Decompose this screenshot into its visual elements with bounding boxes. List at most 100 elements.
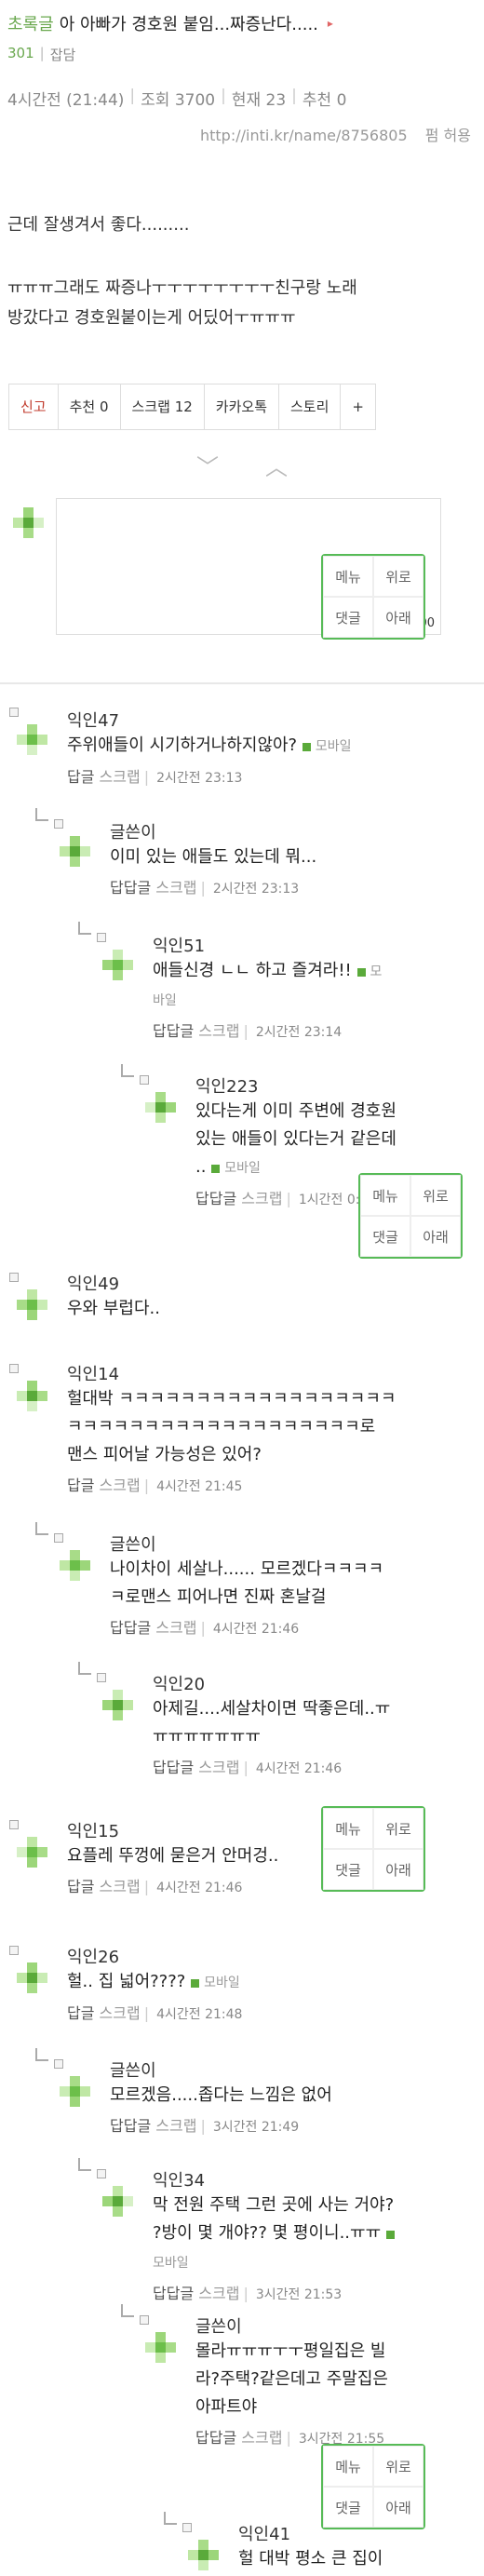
comment-time: 4시간전 21:46: [212, 1622, 300, 1637]
scroll-down-button[interactable]: 아래: [410, 1216, 461, 1257]
bullet-icon: [97, 933, 106, 942]
scrap-link[interactable]: 스크랩: [241, 1190, 282, 1207]
reply-link[interactable]: 답답글: [195, 1190, 236, 1207]
comment-time: 4시간전 21:48: [156, 2007, 243, 2022]
category-label[interactable]: 초록글: [7, 11, 54, 35]
comment-text: 아제길....세살차이면 딱좋은데..ㅠ: [153, 1699, 391, 1719]
reply-link[interactable]: 답답글: [153, 1759, 194, 1776]
menu-button[interactable]: 메뉴: [323, 1808, 373, 1849]
comments-button[interactable]: 댓글: [323, 597, 373, 638]
avatar-icon: [17, 1381, 47, 1411]
comment-nick: 글쓴이: [195, 2317, 242, 2337]
comment: 익인34 막 전원 주택 그런 곳에 사는 거야? ?방이 몇 개야?? 몇 평…: [153, 2167, 469, 2303]
reply-link[interactable]: 답답글: [153, 1022, 194, 1040]
scrap-link[interactable]: 스크랩: [198, 1759, 239, 1776]
menu-button[interactable]: 메뉴: [323, 2446, 373, 2487]
comment-text: 요플레 뚜껑에 묻은거 안머겅..: [67, 1846, 279, 1866]
avatar-icon: [145, 1092, 176, 1123]
story-button[interactable]: 스토리: [278, 384, 342, 430]
scrap-link[interactable]: 스크랩: [100, 2004, 141, 2022]
reply-arrow-icon: [78, 2158, 91, 2171]
reply-link[interactable]: 답글: [67, 768, 94, 786]
avatar-icon: [60, 836, 90, 867]
scrap-link[interactable]: 스크랩: [198, 2285, 239, 2302]
bullet-icon: [9, 1820, 19, 1829]
avatar-icon: [60, 1550, 90, 1581]
scrap-link[interactable]: 스크랩: [100, 768, 141, 786]
comment-time: 2시간전 23:13: [156, 771, 243, 786]
comment-text: 막 전원 주택 그런 곳에 사는 거야?: [153, 2195, 395, 2215]
comment-nick: 글쓴이: [110, 2061, 156, 2081]
avatar-icon: [145, 2332, 176, 2363]
new-icon: ▸: [327, 17, 333, 30]
comment-nick: 익인49: [67, 1275, 120, 1294]
scrap-link[interactable]: 스크랩: [155, 1619, 196, 1637]
reply-arrow-icon: [35, 808, 48, 821]
comment: 글쓴이 모르겠음.....좁다는 느낌은 없어 답답글 스크랩 | 3시간전 21:…: [110, 2057, 332, 2136]
comment: 글쓴이 몰라ㅠㅠㅠㅜㅜ평일집은 빌 라?주택?같은데고 주말집은 아파트야 답답…: [195, 2313, 388, 2448]
comment: 익인41 헐 대박 평소 큰 집이: [238, 2521, 383, 2573]
current-count: 현재 23: [231, 91, 287, 110]
reply-link[interactable]: 답답글: [110, 2117, 151, 2135]
reply-link[interactable]: 답글: [67, 1477, 94, 1494]
avatar-icon: [102, 2186, 133, 2217]
recommend-button[interactable]: 추천 0: [57, 384, 121, 430]
reply-link[interactable]: 답답글: [110, 879, 151, 897]
reply-arrow-icon: [78, 1662, 91, 1675]
scroll-down-button[interactable]: 아래: [373, 597, 424, 638]
scrap-link[interactable]: 스크랩: [198, 1022, 239, 1040]
comment: 글쓴이 나이차이 세살나...... 모르겠다ㅋㅋㅋㅋ ㅋ로맨스 피어나면 진짜…: [110, 1531, 383, 1638]
reply-link[interactable]: 답답글: [195, 2429, 236, 2447]
scroll-up-button[interactable]: 위로: [373, 556, 424, 597]
scrap-link[interactable]: 스크랩: [100, 1878, 141, 1895]
comment-text: 이미 있는 애들도 있는데 뭐...: [110, 847, 317, 867]
mobile-label: 모바일: [153, 2256, 189, 2271]
bullet-icon: [54, 2059, 63, 2069]
comments-button[interactable]: 댓글: [323, 1849, 373, 1890]
reply-link[interactable]: 답글: [67, 1878, 94, 1895]
bullet-icon: [54, 819, 63, 829]
url-row: http://inti.kr/name/8756805 펌 허용: [0, 123, 484, 145]
reply-link[interactable]: 답글: [67, 2004, 94, 2022]
board-link[interactable]: 잡담: [50, 45, 76, 64]
menu-button[interactable]: 메뉴: [323, 556, 373, 597]
post-url[interactable]: http://inti.kr/name/8756805: [200, 127, 408, 144]
chevron-up-icon[interactable]: ︿: [265, 449, 288, 481]
scroll-up-button[interactable]: 위로: [373, 2446, 424, 2487]
more-button[interactable]: +: [340, 384, 376, 430]
comment-text: ㅋㅋㅋㅋㅋㅋㅋㅋㅋㅋㅋㅋㅋㅋㅋㅋㅋㅋㅋ로: [67, 1417, 376, 1436]
chevron-down-icon[interactable]: ﹀: [196, 449, 219, 481]
scrap-link[interactable]: 스크랩: [155, 2117, 196, 2135]
bullet-icon: [9, 708, 19, 717]
avatar-icon: [17, 724, 47, 755]
comment-text: 헐.. 집 넓어????: [67, 1972, 186, 1991]
avatar-icon: [17, 1962, 47, 1993]
comment-time: 2시간전 23:14: [255, 1025, 343, 1040]
scrap-button[interactable]: 스크랩 12: [119, 384, 205, 430]
scrap-link[interactable]: 스크랩: [241, 2429, 282, 2447]
scrap-link[interactable]: 스크랩: [155, 879, 196, 897]
comment-time: 3시간전 21:49: [212, 2120, 300, 2135]
scroll-up-button[interactable]: 위로: [373, 1808, 424, 1849]
mobile-badge: 모: [356, 964, 382, 979]
comment-text: 있는 애들이 있다는거 같은데: [195, 1129, 397, 1149]
nav-popup: 메뉴 위로 댓글 아래: [358, 1173, 463, 1259]
body-line: ㅠㅠㅠ그래도 짜증나ㅜㅜㅜㅜㅜㅜㅜㅜ친구랑 노래: [7, 278, 357, 298]
comment-text: 헐대박 ㅋㅋㅋㅋㅋㅋㅋㅋㅋㅋㅋㅋㅋㅋㅋㅋㅋㅋ: [67, 1389, 397, 1409]
post-number: 301: [7, 45, 34, 61]
post-title: 아 아빠가 경호원 붙임...짜증난다.....: [59, 15, 318, 34]
comments-button[interactable]: 댓글: [360, 1216, 410, 1257]
reply-link[interactable]: 답답글: [110, 1619, 151, 1637]
menu-button[interactable]: 메뉴: [360, 1175, 410, 1216]
comment-time: 4시간전 21:46: [156, 1881, 243, 1895]
reply-link[interactable]: 답답글: [153, 2285, 194, 2302]
kakaotalk-button[interactable]: 카카오톡: [203, 384, 279, 430]
comment-nick: 익인20: [153, 1675, 206, 1694]
bullet-icon: [140, 2315, 149, 2325]
comment-nick: 익인26: [67, 1948, 120, 1967]
scroll-down-button[interactable]: 아래: [373, 1849, 424, 1890]
scroll-up-button[interactable]: 위로: [410, 1175, 461, 1216]
report-button[interactable]: 신고: [8, 384, 59, 430]
scrap-link[interactable]: 스크랩: [100, 1477, 141, 1494]
action-buttons: 신고 추천 0 스크랩 12 카카오톡 스토리 +: [8, 384, 484, 430]
